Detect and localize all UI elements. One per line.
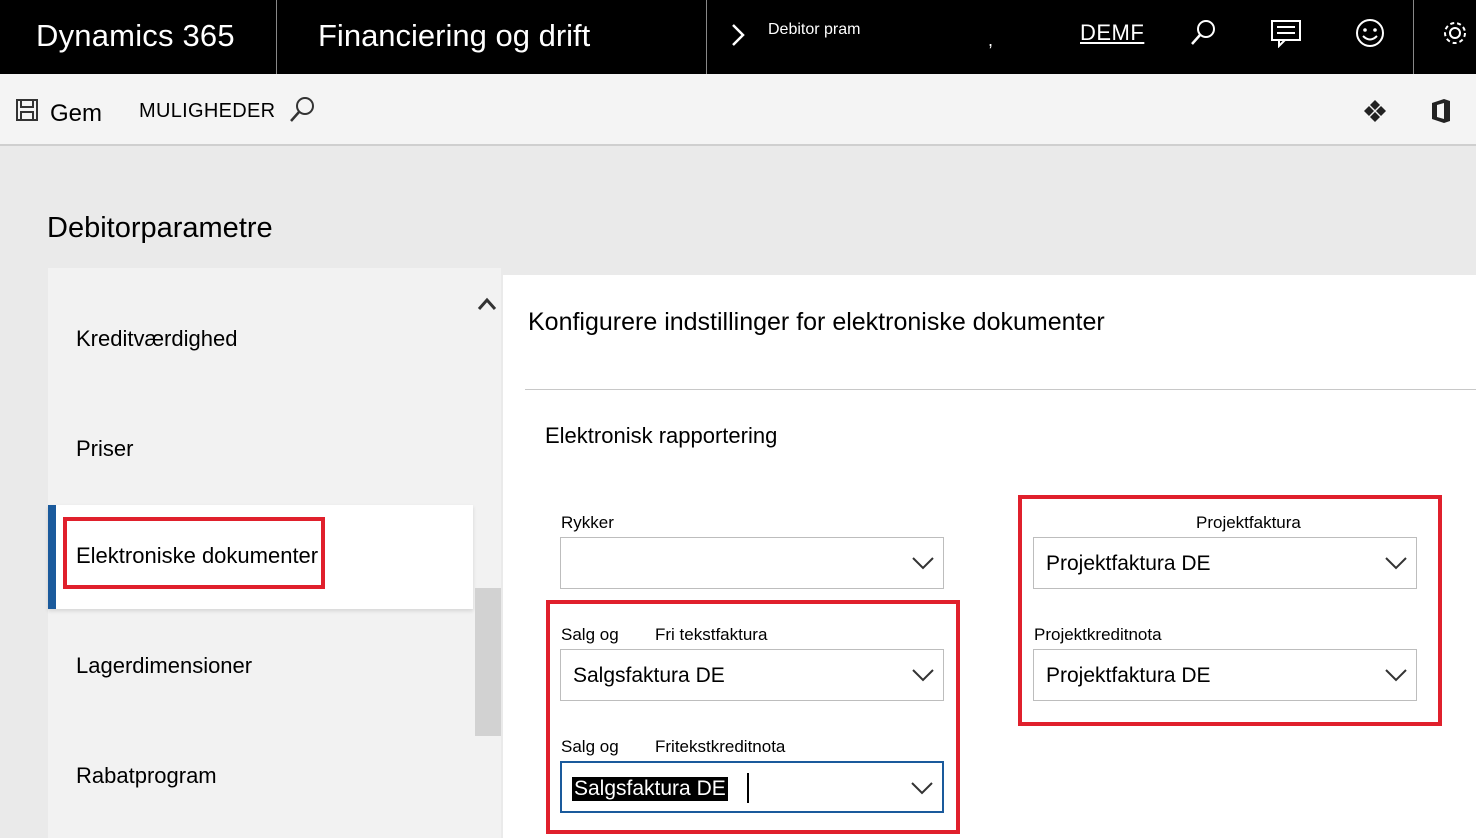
rykker-label: Rykker: [561, 513, 614, 532]
nav-scrollbar[interactable]: [475, 588, 501, 736]
chevron-down-icon[interactable]: [911, 554, 935, 572]
nav-item-label: Kreditværdighed: [76, 326, 238, 351]
breadcrumb-separator: ,: [988, 30, 994, 50]
rykker-select[interactable]: [560, 537, 944, 589]
nav-item-rabatprogram[interactable]: Rabatprogram: [48, 723, 473, 827]
top-navigation-bar: Dynamics 365 Financiering og drift Debit…: [0, 0, 1476, 74]
nav-item-label: Rabatprogram: [76, 763, 217, 788]
nav-item-kreditvaerdighed[interactable]: Kreditværdighed: [48, 288, 473, 392]
nav-item-lagerdimensioner[interactable]: Lagerdimensioner: [48, 613, 473, 717]
gear-icon[interactable]: [1438, 16, 1472, 50]
smiley-icon[interactable]: [1353, 16, 1387, 50]
highlight-box-salg: [546, 600, 960, 834]
topbar-divider: [1413, 0, 1414, 74]
highlight-box-nav: [63, 517, 325, 589]
office-icon[interactable]: [1428, 98, 1454, 124]
module-title[interactable]: Financiering og drift: [318, 18, 590, 54]
search-icon[interactable]: [1186, 16, 1220, 50]
breadcrumb[interactable]: Debitor pram: [768, 21, 860, 39]
search-icon[interactable]: [288, 96, 316, 124]
brand-title[interactable]: Dynamics 365: [36, 18, 235, 54]
nav-item-label: Priser: [76, 436, 134, 461]
nav-item-label: Lagerdimensioner: [76, 653, 253, 678]
diamond-grid-icon[interactable]: [1362, 98, 1388, 124]
chevron-up-icon[interactable]: [476, 294, 498, 314]
action-bar: Gem MULIGHEDER: [0, 74, 1476, 146]
company-selector[interactable]: DEMF: [1080, 20, 1144, 46]
chevron-right-icon[interactable]: [728, 20, 748, 50]
nav-item-priser[interactable]: Priser: [48, 396, 473, 500]
section-divider: [525, 389, 1476, 390]
subsection-title: Elektronisk rapportering: [545, 423, 778, 448]
page-title: Debitorparametre: [47, 212, 273, 244]
topbar-divider: [706, 0, 707, 74]
options-button[interactable]: MULIGHEDER: [139, 100, 275, 123]
topbar-divider: [276, 0, 277, 74]
save-icon[interactable]: [15, 98, 39, 122]
section-title: Konfigurere indstillinger for elektronis…: [528, 308, 1105, 336]
save-button[interactable]: Gem: [50, 100, 102, 128]
highlight-box-projekt: [1018, 495, 1442, 726]
message-icon[interactable]: [1269, 16, 1303, 50]
